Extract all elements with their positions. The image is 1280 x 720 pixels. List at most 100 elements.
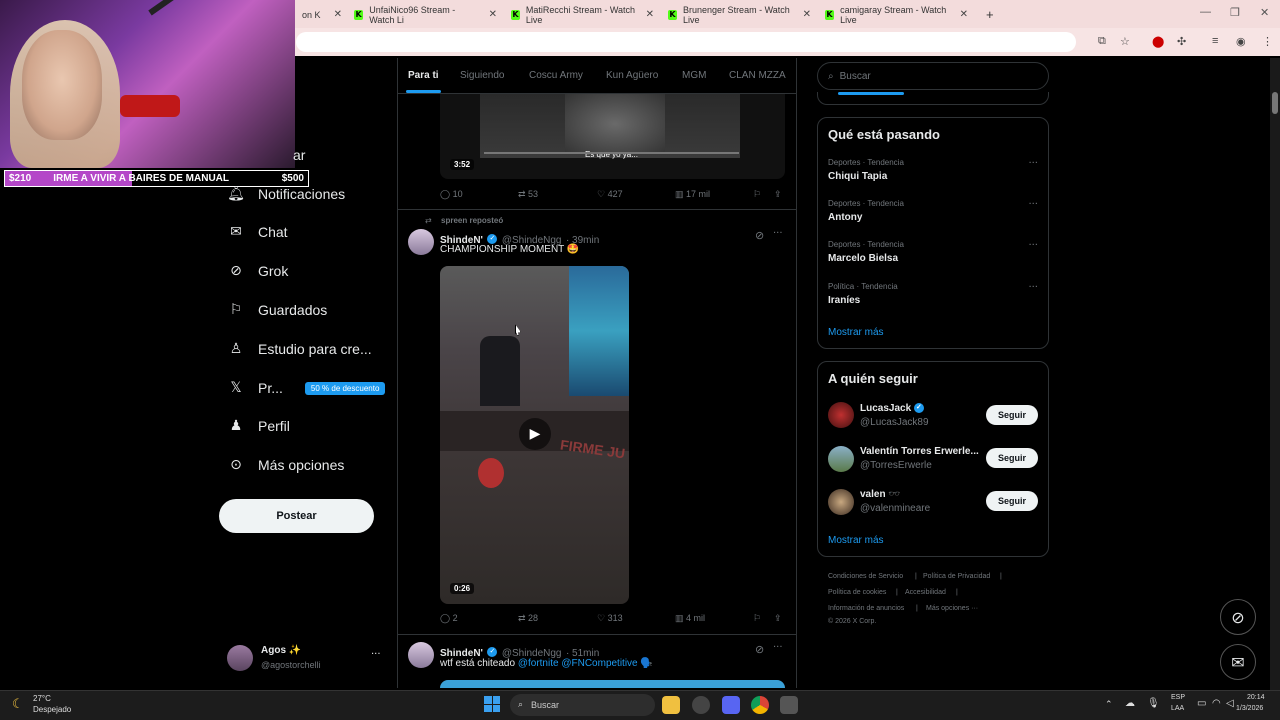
- post-media[interactable]: [440, 680, 785, 688]
- close-icon[interactable]: ✕: [334, 9, 342, 20]
- share-icon[interactable]: ⇪: [774, 189, 782, 200]
- menu-icon[interactable]: ⋮: [1262, 35, 1273, 48]
- follow-button[interactable]: Seguir: [986, 491, 1038, 511]
- messages-fab[interactable]: ✉: [1220, 644, 1256, 680]
- bookmark-icon[interactable]: ⚐: [753, 189, 761, 200]
- new-tab-button[interactable]: +: [980, 3, 1000, 26]
- close-icon[interactable]: ✕: [646, 9, 654, 20]
- app-icon[interactable]: [780, 696, 798, 714]
- weather-desc[interactable]: Despejado: [33, 705, 71, 714]
- grok-icon[interactable]: ⊘: [755, 643, 764, 656]
- mention-link[interactable]: @FNCompetitive: [561, 658, 637, 669]
- like-button[interactable]: ♡ 427: [597, 189, 623, 200]
- close-icon[interactable]: ✕: [960, 9, 968, 20]
- close-icon[interactable]: ✕: [803, 9, 811, 20]
- avatar[interactable]: [408, 229, 434, 255]
- follow-button[interactable]: Seguir: [986, 448, 1038, 468]
- volume-icon[interactable]: ◁: [1226, 698, 1234, 709]
- more-icon[interactable]: ···: [1028, 158, 1038, 169]
- mic-icon[interactable]: 🎙︎: [1147, 698, 1160, 709]
- post-button[interactable]: Postear: [219, 499, 374, 533]
- footer-link[interactable]: Condiciones de Servicio: [828, 573, 903, 580]
- more-icon[interactable]: ···: [773, 642, 783, 653]
- display-icon[interactable]: ▭: [1197, 698, 1206, 709]
- play-icon[interactable]: ▶: [519, 418, 551, 450]
- more-icon[interactable]: ···: [773, 228, 783, 239]
- tab-para-ti[interactable]: Para ti: [408, 70, 439, 81]
- tab-clan-mzza[interactable]: CLAN MZZA: [729, 70, 786, 81]
- video-progress[interactable]: [484, 152, 739, 154]
- more-icon[interactable]: ···: [371, 649, 381, 660]
- clock-time[interactable]: 20:14: [1247, 694, 1265, 701]
- browser-tab[interactable]: K UnfaiNico96 Stream - Watch Li ✕: [348, 3, 503, 26]
- star-icon[interactable]: ☆: [1120, 35, 1130, 48]
- follow-button[interactable]: Seguir: [986, 405, 1038, 425]
- browser-tab[interactable]: K camigaray Stream - Watch Live ✕: [819, 3, 974, 26]
- nav-premium[interactable]: 𝕏 Pr... 50 % de descuento: [228, 376, 386, 400]
- footer-link[interactable]: Accesibilidad: [905, 589, 946, 596]
- views-button[interactable]: ▥ 17 mil: [675, 189, 710, 200]
- more-icon[interactable]: ···: [1028, 199, 1038, 210]
- language-secondary[interactable]: LAA: [1171, 705, 1184, 712]
- browser-tab[interactable]: on K ✕: [296, 3, 348, 26]
- minimize-icon[interactable]: —: [1200, 6, 1211, 18]
- tab-kun-aguero[interactable]: Kun Agüero: [606, 70, 658, 81]
- extension-icon[interactable]: ⬤: [1152, 35, 1164, 48]
- grok-icon[interactable]: ⊘: [755, 229, 764, 242]
- bookmark-icon[interactable]: ⚐: [753, 613, 761, 624]
- taskbar-search[interactable]: ⌕ Buscar: [510, 694, 655, 716]
- tab-coscu-army[interactable]: Coscu Army: [529, 70, 583, 81]
- search-input[interactable]: ⌕ Buscar: [817, 62, 1049, 90]
- show-more-link[interactable]: Mostrar más: [828, 535, 884, 546]
- tab-siguiendo[interactable]: Siguiendo: [460, 70, 504, 81]
- more-icon[interactable]: ···: [1028, 282, 1038, 293]
- nav-grok[interactable]: ⊘ Grok: [228, 259, 288, 283]
- show-more-link[interactable]: Mostrar más: [828, 327, 884, 338]
- repost-button[interactable]: ⇄ 53: [518, 189, 538, 200]
- footer-link[interactable]: Política de Privacidad: [923, 573, 990, 580]
- footer-link[interactable]: Más opciones ···: [926, 605, 978, 612]
- post-video[interactable]: Es que yo ya... 3:52: [440, 94, 785, 179]
- nav-creator-studio[interactable]: ♙ Estudio para cre...: [228, 337, 372, 361]
- maximize-icon[interactable]: ❐: [1230, 6, 1240, 19]
- profile-icon[interactable]: ◉: [1236, 35, 1246, 48]
- app-icon[interactable]: [692, 696, 710, 714]
- reply-button[interactable]: ◯ 2: [440, 613, 458, 624]
- close-window-icon[interactable]: ✕: [1260, 6, 1269, 19]
- views-button[interactable]: ▥ 4 mil: [675, 613, 705, 624]
- puzzle-icon[interactable]: ✣: [1177, 35, 1186, 48]
- post-video[interactable]: FIRME JU ▶ 0:26: [440, 266, 629, 604]
- chevron-up-icon[interactable]: ⌃: [1105, 699, 1113, 710]
- scrollbar-thumb[interactable]: [1272, 92, 1278, 114]
- clock-date[interactable]: 1/3/2026: [1236, 705, 1263, 712]
- tab-mgm[interactable]: MGM: [682, 70, 706, 81]
- nav-chat[interactable]: ✉ Chat: [228, 220, 287, 244]
- wifi-icon[interactable]: ◠: [1212, 698, 1221, 709]
- footer-link[interactable]: Política de cookies: [828, 589, 886, 596]
- nav-profile[interactable]: ♟ Perfil: [228, 414, 290, 438]
- mention-link[interactable]: @fortnite: [518, 658, 559, 669]
- discord-icon[interactable]: [722, 696, 740, 714]
- file-explorer-icon[interactable]: [662, 696, 680, 714]
- language-primary[interactable]: ESP: [1171, 694, 1185, 701]
- account-switcher[interactable]: Agos ✨ @agostorchelli ···: [227, 643, 387, 673]
- grok-fab[interactable]: ⊘: [1220, 599, 1256, 635]
- footer-link[interactable]: Información de anuncios: [828, 605, 904, 612]
- install-icon[interactable]: ⧉: [1098, 35, 1106, 48]
- weather-temp[interactable]: 27°C: [33, 694, 51, 703]
- reply-button[interactable]: ◯ 10: [440, 189, 463, 200]
- windows-start-icon[interactable]: [484, 696, 500, 712]
- avatar[interactable]: [408, 642, 434, 668]
- more-icon[interactable]: ···: [1028, 240, 1038, 251]
- chrome-icon[interactable]: [751, 696, 769, 714]
- like-button[interactable]: ♡ 313: [597, 613, 623, 624]
- media-icon[interactable]: ≡: [1212, 35, 1218, 47]
- url-field[interactable]: [296, 32, 1076, 52]
- browser-tab[interactable]: K Brunenger Stream - Watch Live ✕: [662, 3, 817, 26]
- share-icon[interactable]: ⇪: [774, 613, 782, 624]
- scrollbar[interactable]: [1270, 58, 1280, 690]
- repost-button[interactable]: ⇄ 28: [518, 613, 538, 624]
- nav-bookmarks[interactable]: ⚐ Guardados: [228, 298, 328, 322]
- close-icon[interactable]: ✕: [489, 9, 497, 20]
- browser-tab[interactable]: K MatiRecchi Stream - Watch Live ✕: [505, 3, 660, 26]
